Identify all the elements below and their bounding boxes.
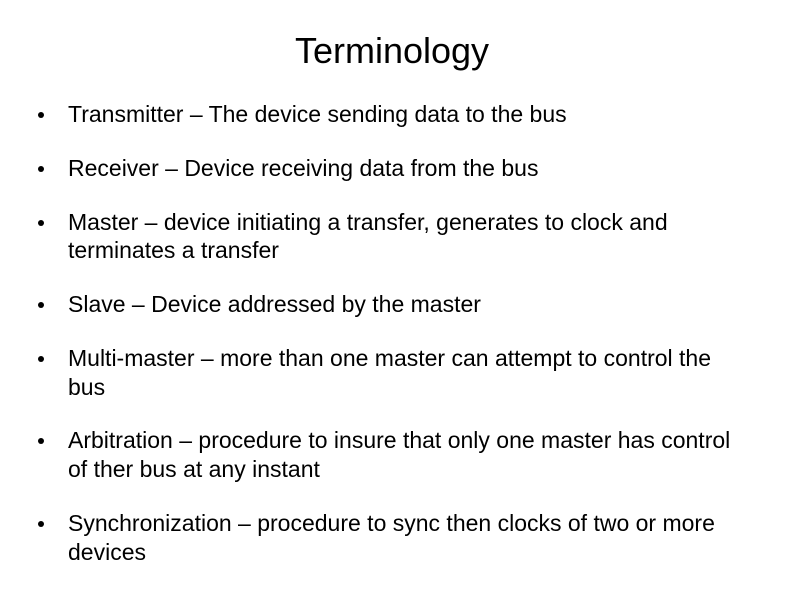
bullet-icon	[38, 302, 44, 308]
slide-title: Terminology	[30, 30, 754, 72]
bullet-list: Transmitter – The device sending data to…	[30, 100, 754, 566]
list-item: Slave – Device addressed by the master	[30, 290, 754, 319]
bullet-text: Synchronization – procedure to sync then…	[68, 509, 754, 567]
bullet-icon	[38, 112, 44, 118]
bullet-text: Slave – Device addressed by the master	[68, 290, 754, 319]
bullet-icon	[38, 220, 44, 226]
list-item: Master – device initiating a transfer, g…	[30, 208, 754, 266]
list-item: Multi-master – more than one master can …	[30, 344, 754, 402]
bullet-icon	[38, 521, 44, 527]
bullet-text: Master – device initiating a transfer, g…	[68, 208, 754, 266]
bullet-text: Arbitration – procedure to insure that o…	[68, 426, 754, 484]
bullet-text: Receiver – Device receiving data from th…	[68, 154, 754, 183]
bullet-icon	[38, 166, 44, 172]
bullet-icon	[38, 438, 44, 444]
list-item: Receiver – Device receiving data from th…	[30, 154, 754, 183]
bullet-text: Transmitter – The device sending data to…	[68, 100, 754, 129]
list-item: Arbitration – procedure to insure that o…	[30, 426, 754, 484]
list-item: Synchronization – procedure to sync then…	[30, 509, 754, 567]
list-item: Transmitter – The device sending data to…	[30, 100, 754, 129]
bullet-icon	[38, 356, 44, 362]
bullet-text: Multi-master – more than one master can …	[68, 344, 754, 402]
